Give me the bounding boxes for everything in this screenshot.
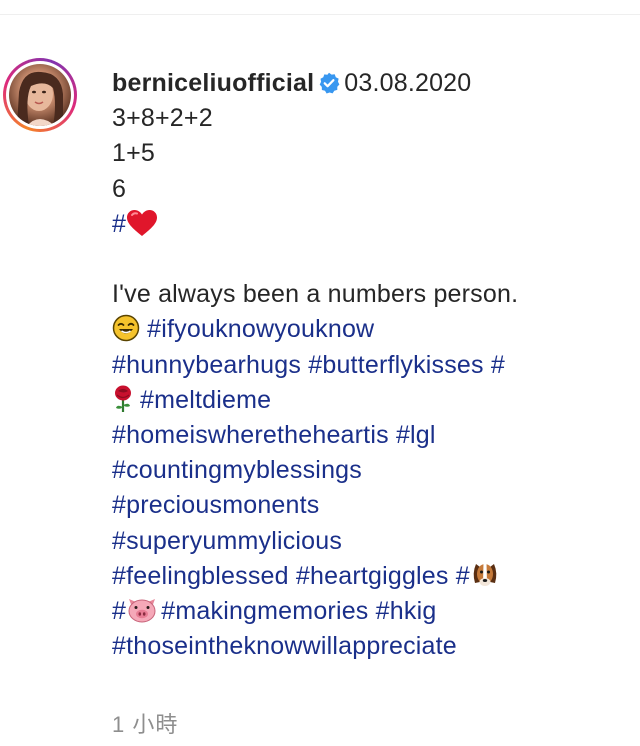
caption-line-hashtags-6: #preciousmonents <box>112 488 627 523</box>
hashtag-heart-link[interactable]: # <box>112 209 158 238</box>
hashtag-homeiswheretheheartis[interactable]: #homeiswheretheheartis <box>112 421 389 449</box>
hashtag-lgl[interactable]: #lgl <box>396 421 436 449</box>
username-link[interactable]: berniceliuofficial <box>112 69 314 97</box>
caption-line-sum: 3+8+2+2 <box>112 104 213 133</box>
caption-line-hashtags-1: #ifyouknowyouknow <box>112 312 627 347</box>
hashtag-thoseintheknowwillappreciate[interactable]: #thoseintheknowwillappreciate <box>112 632 457 660</box>
caption-line-heart: # <box>112 207 627 242</box>
hashtag-feelingblessed[interactable]: #feelingblessed <box>112 562 289 590</box>
avatar-story-ring[interactable] <box>3 58 77 132</box>
hashtag-makingmemories[interactable]: #makingmemories <box>161 597 368 625</box>
hash-symbol: # <box>455 561 470 590</box>
hashtag-dog-link[interactable]: # <box>456 562 498 590</box>
dog-face-emoji <box>470 559 498 587</box>
verified-badge-icon <box>318 69 340 94</box>
caption-line-hashtags-7: #superyummylicious <box>112 524 627 559</box>
caption-line-hashtags-2: #hunnybearhugs #butterflykisses # <box>112 348 627 383</box>
smiling-face-emoji <box>112 314 140 342</box>
post-date: 03.08.2020 <box>344 69 472 97</box>
hashtag-butterflykisses[interactable]: #butterflykisses <box>308 351 484 379</box>
post-caption: berniceliuofficial 03.08.2020 3+8+2+2 1+5… <box>112 66 627 664</box>
post-timestamp[interactable]: 1 小時 <box>112 707 178 739</box>
hashtag-heartgiggles[interactable]: #heartgiggles <box>296 562 449 590</box>
hashtag-meltdieme[interactable]: #meltdieme <box>140 386 271 414</box>
caption-line-hashtags-5: #countingmyblessings <box>112 453 627 488</box>
caption-header: berniceliuofficial 03.08.2020 <box>112 66 627 101</box>
caption-line-hashtags-10: #thoseintheknowwillappreciate <box>112 629 627 664</box>
hashtag-preciousmonents[interactable]: #preciousmonents <box>112 491 320 519</box>
rose-emoji <box>112 385 140 413</box>
hash-symbol: # <box>112 209 127 238</box>
hashtag-pig-link[interactable]: # <box>112 596 156 626</box>
hashtag-hunnybearhugs[interactable]: #hunnybearhugs <box>112 351 301 379</box>
caption-line-hashtags-9: # #makingmemories #hkig <box>112 594 627 629</box>
hashtag-superyummylicious[interactable]: #superyummylicious <box>112 527 342 555</box>
pig-face-emoji <box>126 596 156 624</box>
red-heart-emoji <box>126 209 158 237</box>
avatar[interactable] <box>9 64 71 126</box>
caption-line-sum2: 1+5 <box>112 139 156 168</box>
top-divider <box>0 14 640 15</box>
caption-line-hashtags-4: #homeiswheretheheartis #lgl <box>112 418 627 453</box>
hashtag-hkig[interactable]: #hkig <box>376 597 437 625</box>
hash-symbol: # <box>112 597 127 626</box>
hashtag-ifyouknowyouknow[interactable]: #ifyouknowyouknow <box>147 315 374 343</box>
hashtag-rose-link[interactable]: # <box>491 351 505 379</box>
caption-line-hashtags-3: #meltdieme <box>112 383 627 418</box>
caption-line-hashtags-8: #feelingblessed #heartgiggles # <box>112 559 627 594</box>
hashtag-countingmyblessings[interactable]: #countingmyblessings <box>112 456 362 484</box>
caption-line-numbers-person: I've always been a numbers person. <box>112 280 519 309</box>
caption-line-six: 6 <box>112 174 127 203</box>
